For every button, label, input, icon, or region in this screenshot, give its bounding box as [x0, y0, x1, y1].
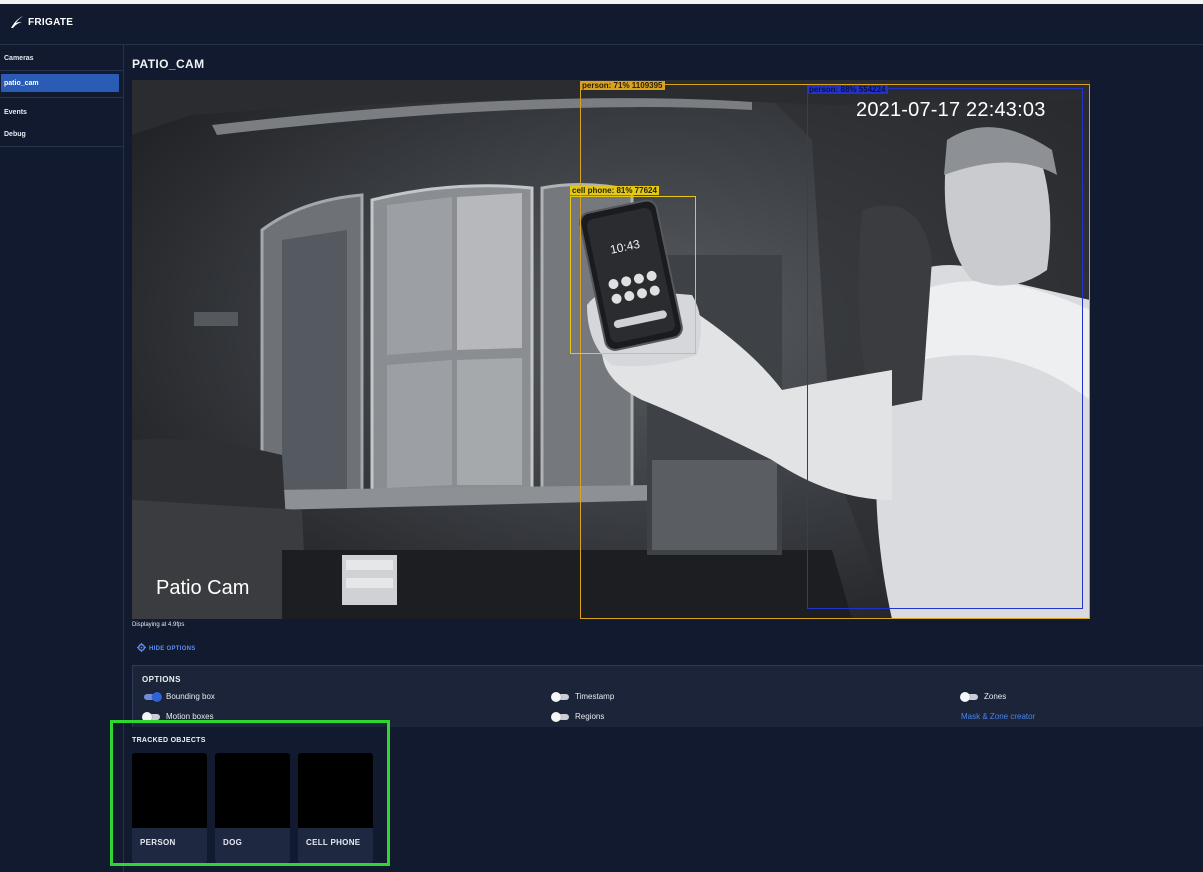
sidebar-item-cameras[interactable]: Cameras [0, 47, 123, 69]
tracked-object-card-person[interactable]: PERSON [132, 753, 207, 863]
frigate-logo-icon [10, 15, 24, 29]
timestamp-toggle[interactable]: Timestamp [551, 691, 615, 702]
cell-phone-bounding-box: cell phone: 81% 77624 [570, 186, 696, 354]
camera-feed[interactable]: 10:43 person: 71% 1109395 person: 88% 55… [132, 80, 1090, 619]
hide-options-button[interactable]: HIDE OPTIONS [137, 643, 196, 654]
bounding-box-label: Bounding box [166, 692, 215, 701]
tracked-object-card-cell-phone[interactable]: CELL PHONE [298, 753, 373, 863]
tracked-object-label: DOG [223, 838, 243, 847]
toggle-switch[interactable] [144, 691, 162, 702]
tracked-object-label: CELL PHONE [306, 838, 361, 847]
fps-indicator: Displaying at 4.9fps [132, 622, 185, 628]
options-panel: OPTIONS Bounding box Timestamp Zones Mot… [132, 665, 1203, 727]
zones-label: Zones [984, 692, 1007, 701]
regions-toggle[interactable]: Regions [551, 711, 605, 722]
camera-name-overlay: Patio Cam [156, 577, 250, 599]
sidebar-item-patio-cam[interactable]: patio_cam [1, 74, 119, 92]
toggle-switch[interactable] [551, 691, 569, 702]
options-title: OPTIONS [142, 675, 181, 684]
sidebar-divider [0, 146, 123, 147]
tracked-object-card-dog[interactable]: DOG [215, 753, 290, 863]
tracked-object-thumbnail [215, 753, 290, 828]
brand[interactable]: FRIGATE [10, 15, 73, 29]
person-detection-label-secondary: person: 88% 554224 [807, 85, 888, 94]
motion-boxes-label: Motion boxes [166, 712, 214, 721]
cell-phone-detection-label: cell phone: 81% 77624 [570, 186, 659, 195]
sidebar-divider [0, 70, 123, 71]
mask-zone-creator-link[interactable]: Mask & Zone creator [961, 712, 1035, 721]
tracked-objects-title: TRACKED OBJECTS [132, 737, 206, 744]
toggle-switch[interactable] [960, 691, 978, 702]
timestamp-label: Timestamp [575, 692, 615, 701]
person-detection-label: person: 71% 1109395 [580, 81, 665, 90]
app-header: FRIGATE [0, 4, 1203, 45]
tracked-object-label: PERSON [140, 838, 176, 847]
bounding-box-toggle[interactable]: Bounding box [144, 691, 215, 702]
gear-icon [137, 643, 146, 654]
sidebar-item-debug[interactable]: Debug [0, 123, 123, 145]
motion-boxes-toggle[interactable]: Motion boxes [142, 711, 214, 722]
sidebar: Cameras patio_cam Events Debug [0, 45, 124, 872]
tracked-object-thumbnail [132, 753, 207, 828]
toggle-switch[interactable] [551, 711, 569, 722]
person-bounding-box-secondary: person: 88% 554224 [807, 85, 1083, 609]
sidebar-divider [0, 97, 123, 98]
tracked-object-thumbnail [298, 753, 373, 828]
zones-toggle[interactable]: Zones [960, 691, 1007, 702]
toggle-switch[interactable] [142, 711, 160, 722]
camera-timestamp: 2021-07-17 22:43:03 [856, 99, 1046, 121]
regions-label: Regions [575, 712, 605, 721]
sidebar-item-events[interactable]: Events [0, 101, 123, 123]
hide-options-label: HIDE OPTIONS [149, 645, 196, 652]
page-title: PATIO_CAM [132, 57, 205, 71]
brand-name: FRIGATE [28, 16, 74, 28]
